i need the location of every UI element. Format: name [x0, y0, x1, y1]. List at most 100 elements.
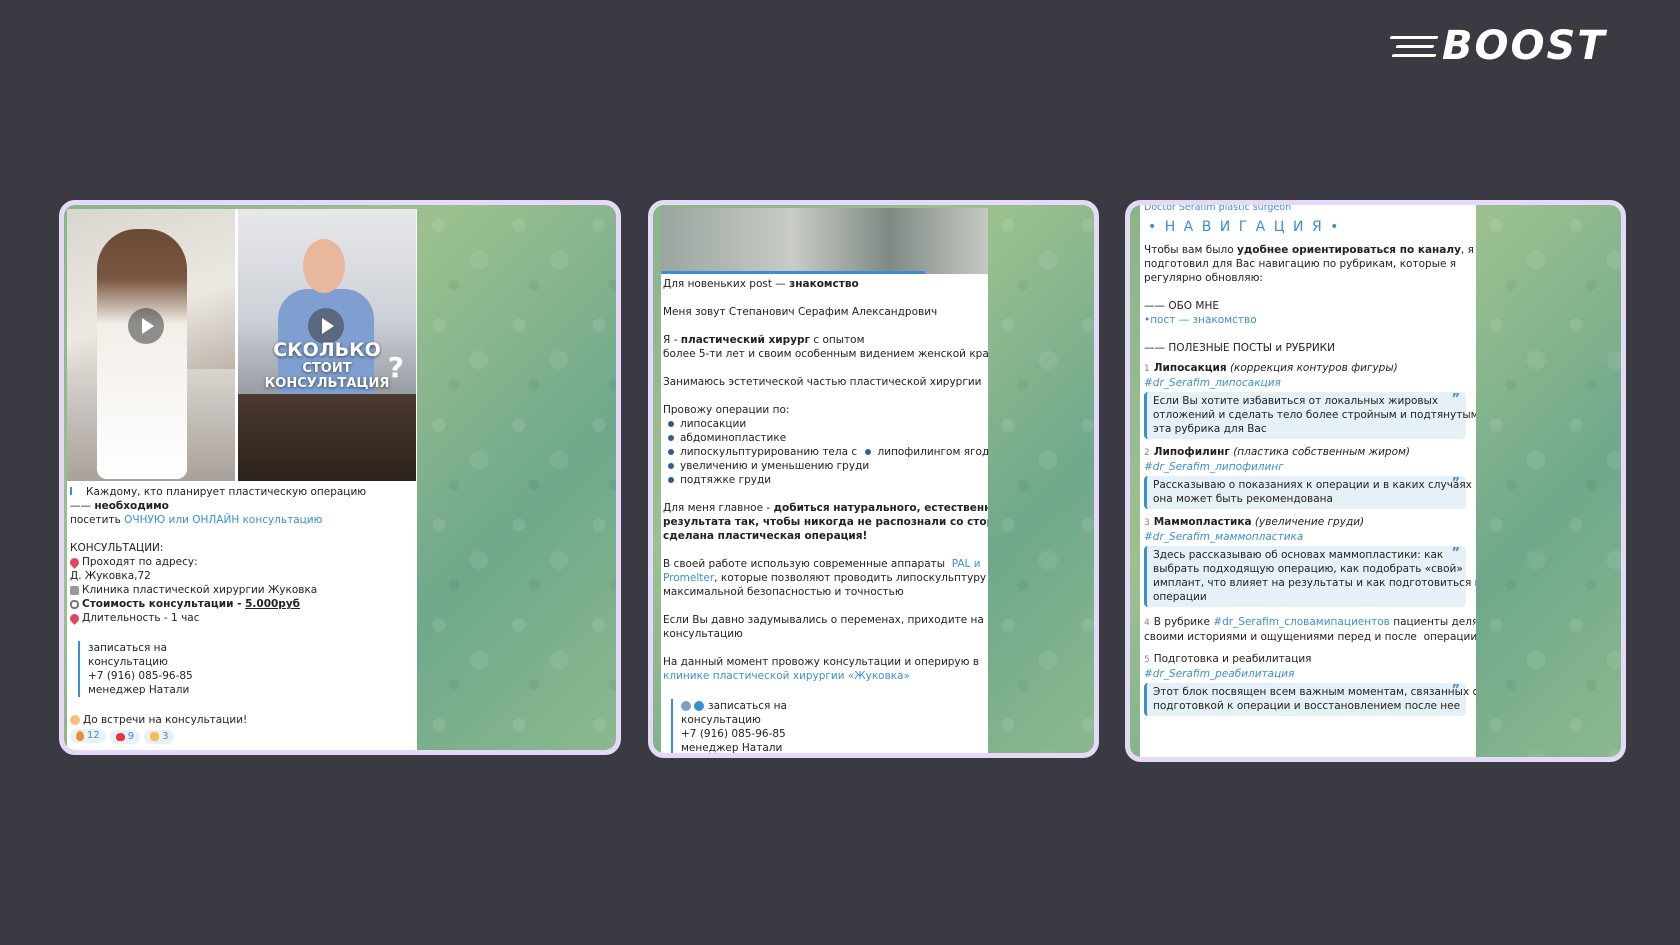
- text-line: [70, 625, 414, 639]
- text-line: [70, 527, 414, 541]
- reaction-button[interactable]: 3: [144, 729, 175, 744]
- text-span: Для новеньких post —: [663, 278, 790, 290]
- quote-text: +7 (916) 085-96-85: [88, 670, 193, 682]
- text-line: В своей работе использую современные апп…: [663, 557, 986, 571]
- quote-line: Этот блок посвящен всем важным моментам,…: [1153, 686, 1476, 698]
- chat-background: [1476, 205, 1621, 757]
- section-number: 5: [1144, 655, 1150, 665]
- quote-icon: ”: [1451, 683, 1460, 698]
- video-thumbnail-1[interactable]: [67, 209, 235, 481]
- reaction-button[interactable]: 9: [109, 730, 141, 744]
- text-line: —— ПОЛЕЗНЫЕ ПОСТЫ и РУБРИКИ: [1144, 341, 1472, 355]
- text-line: КОНСУЛЬТАЦИИ:: [70, 541, 414, 555]
- text-link[interactable]: •пост — знакомство: [1144, 314, 1257, 326]
- hashtag-link[interactable]: #dr_Serafim_реабилитация: [1144, 667, 1472, 681]
- message-text: Чтобы вам было удобнее ориентироваться п…: [1144, 243, 1476, 716]
- hashtag-link[interactable]: #dr_Serafim_липофилинг: [1144, 460, 1472, 474]
- hashtag-link[interactable]: #dr_Serafim_липосакция: [1144, 376, 1472, 390]
- text-span: Если Вы давно задумывались о переменах, …: [663, 614, 984, 626]
- screenshot-card-3: Doctor Serafim plastic surgeon • Н А В И…: [1125, 200, 1626, 762]
- quote-line: Здесь рассказываю об основах маммопласти…: [1153, 549, 1444, 561]
- quote-line: Если Вы хотите избавиться от локальных ж…: [1153, 395, 1439, 407]
- text-line: [663, 487, 986, 501]
- text-span: Стоимость консультации -: [82, 598, 246, 610]
- speed-line: [1391, 54, 1437, 57]
- text-span: знакомство: [789, 278, 859, 290]
- section-title: 2 Липофилинг (пластика собственным жиром): [1144, 445, 1472, 460]
- waving-person-icon: [70, 715, 80, 725]
- text-span: Д. Жуковка,72: [70, 570, 151, 582]
- channel-name[interactable]: Doctor Serafim plastic surgeon: [1144, 205, 1472, 217]
- play-icon[interactable]: [128, 308, 164, 344]
- text-line: —— ОБО МНЕ: [1144, 299, 1472, 313]
- text-span: Меня зовут Степанович Серафим Александро…: [663, 306, 938, 318]
- reaction-button[interactable]: 12: [70, 729, 106, 743]
- quote-line: +7 (916) 085-96-85: [681, 727, 986, 741]
- text-line: [663, 319, 986, 333]
- text-span: подготовил для Вас навигацию по рубрикам…: [1144, 258, 1457, 270]
- quote-icon: ”: [1451, 392, 1460, 407]
- section-description: ” Если Вы хотите избавиться от локальных …: [1144, 392, 1476, 439]
- question-mark: ?: [387, 351, 404, 384]
- hashtag-link[interactable]: #dr_Serafim_словамипациентов: [1213, 616, 1390, 628]
- message-bubble: Doctor Serafim plastic surgeon • Н А В И…: [1140, 205, 1476, 757]
- text-line: своими историями и ощущениями перед и по…: [1144, 631, 1476, 643]
- text-line: Для меня главное - добиться натурального…: [663, 501, 988, 515]
- chat-background: [988, 205, 1094, 753]
- section-description: ” Рассказываю о показаниях к операции и в…: [1144, 476, 1472, 509]
- text-span: На данный момент провожу консультации и …: [663, 656, 980, 668]
- video-thumbnail-2[interactable]: СКОЛЬКО СТОИТ КОНСУЛЬТАЦИЯ ?: [238, 209, 416, 481]
- text-line: —— необходимо: [70, 499, 414, 513]
- quote-text: менеджер Натали: [681, 742, 783, 753]
- section-name: Маммопластика: [1153, 516, 1252, 528]
- quote-icon: ”: [1451, 476, 1460, 491]
- text-link[interactable]: Promelter: [663, 572, 714, 584]
- text-span: липоскульптурированию тела с: [680, 446, 861, 458]
- chat-background: [419, 205, 616, 750]
- paperclip-icon: [70, 599, 79, 609]
- section-title: 3 Маммопластика (увеличение груди): [1144, 515, 1472, 530]
- text-line: •пост — знакомство: [1144, 313, 1472, 327]
- text-span: Занимаюсь эстетической частью пластическ…: [663, 376, 982, 388]
- section-description: ” Этот блок посвящен всем важным моментам…: [1144, 683, 1476, 716]
- section-name: Липосакция: [1153, 362, 1227, 374]
- contact-quote: записаться на консультацию +7 (916) 085-96…: [671, 699, 986, 753]
- section-name: Подготовка и реабилитация: [1153, 653, 1312, 665]
- section-number: 4: [1144, 618, 1150, 628]
- text-line: [663, 599, 986, 613]
- text-line: регулярно обновляю:: [1144, 271, 1472, 285]
- text-span: —— ПОЛЕЗНЫЕ ПОСТЫ и РУБРИКИ: [1144, 342, 1335, 354]
- bullet-icon: [70, 487, 80, 495]
- text-span: , которые позволяют проводить липоскульп…: [714, 572, 988, 584]
- section-description: ” Здесь рассказываю об основах маммопласт…: [1144, 546, 1476, 607]
- section-title: 4В рубрике #dr_Serafim_словамипациентов …: [1144, 615, 1476, 630]
- post-image[interactable]: [661, 208, 988, 274]
- section-subtitle: (увеличение груди): [1251, 516, 1365, 528]
- hospital-icon: [70, 585, 79, 595]
- fire-icon: [76, 731, 84, 741]
- heart-icon: [115, 733, 125, 741]
- text-span: Длительность - 1 час: [82, 612, 200, 624]
- quote-text: менеджер Натали: [88, 684, 190, 696]
- navigation-title: • Н А В И Г А Ц И Я •: [1148, 219, 1341, 235]
- text-link[interactable]: PAL и: [952, 558, 981, 570]
- text-line: Для новеньких post — знакомство: [663, 277, 986, 291]
- screenshot-card-1: СКОЛЬКО СТОИТ КОНСУЛЬТАЦИЯ ? Каждому, кт…: [59, 200, 621, 755]
- quote-line: Рассказываю о показаниях к операции и в …: [1153, 479, 1472, 491]
- text-span: удобнее ориентироваться по каналу: [1236, 244, 1461, 256]
- text-line: клинике пластической хирургии «Жуковка»: [663, 669, 986, 683]
- text-span: необходимо: [94, 500, 169, 512]
- text-span: абдоминопластике: [680, 432, 787, 444]
- text-line: [1144, 327, 1472, 341]
- pin-icon: [68, 611, 81, 625]
- section-number: 2: [1144, 448, 1150, 458]
- boost-logo: BOOST: [1389, 24, 1650, 68]
- text-span: Провожу операции по:: [663, 404, 790, 416]
- text-span: ——: [70, 500, 95, 512]
- text-link[interactable]: ОЧНУЮ или ОНЛАЙН консультацию: [124, 514, 322, 526]
- hashtag-link[interactable]: #dr_Serafim_маммопластика: [1144, 530, 1472, 544]
- text-link[interactable]: клинике пластической хирургии «Жуковка»: [663, 670, 910, 682]
- text-span: добиться натурального, естественного: [773, 502, 988, 514]
- text-line: подготовил для Вас навигацию по рубрикам…: [1144, 257, 1472, 271]
- reaction-count: 12: [87, 730, 100, 741]
